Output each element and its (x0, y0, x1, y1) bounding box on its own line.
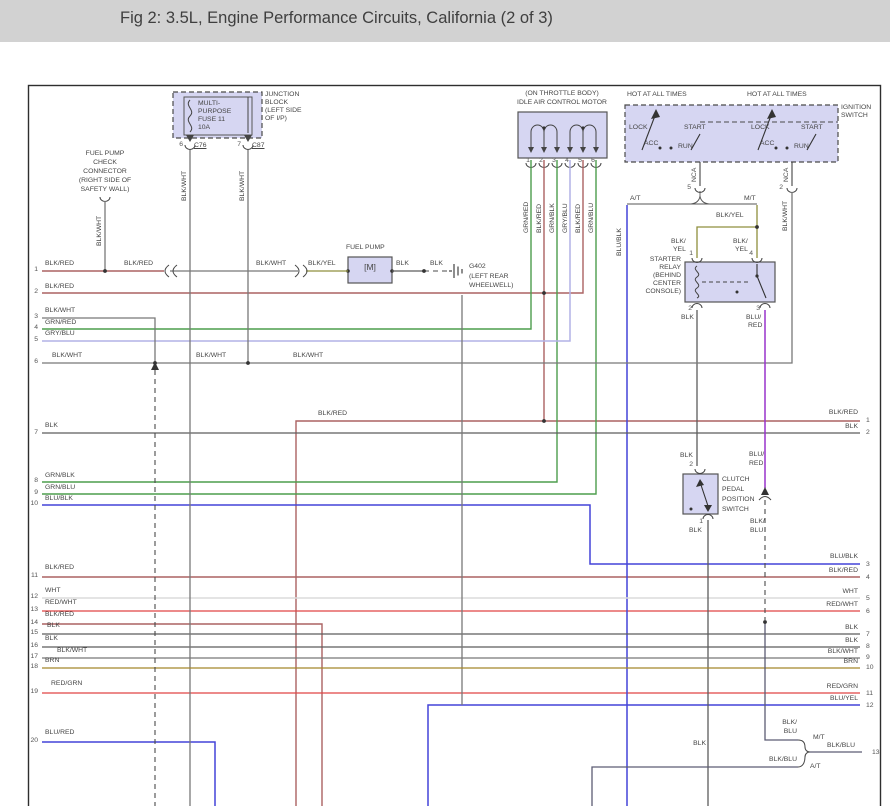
wires-blk (42, 271, 860, 806)
brace-icon (798, 740, 810, 767)
diagram-border (29, 86, 881, 806)
inline-arrow-icon (761, 487, 769, 495)
fuel-pump-check-connector (100, 197, 110, 202)
ignition-switch (625, 105, 838, 204)
wires-blkred (42, 160, 860, 806)
wires-gryblu (42, 160, 570, 341)
fuel-pump (346, 257, 394, 283)
wires-blkwht (42, 150, 860, 806)
wires-blkblu (592, 622, 862, 806)
page: { "title": "Fig 2: 3.5L, Engine Performa… (0, 0, 890, 806)
ground-icon (449, 264, 462, 278)
wires-dashed (155, 271, 765, 806)
starter-relay (685, 258, 775, 308)
idle-air-control-motor (518, 112, 607, 168)
wires-green (42, 160, 596, 494)
clutch-pedal-position-switch (683, 469, 718, 519)
wiring-diagram (0, 0, 890, 806)
inline-connector-icons (165, 265, 771, 500)
junction-block (173, 92, 262, 150)
